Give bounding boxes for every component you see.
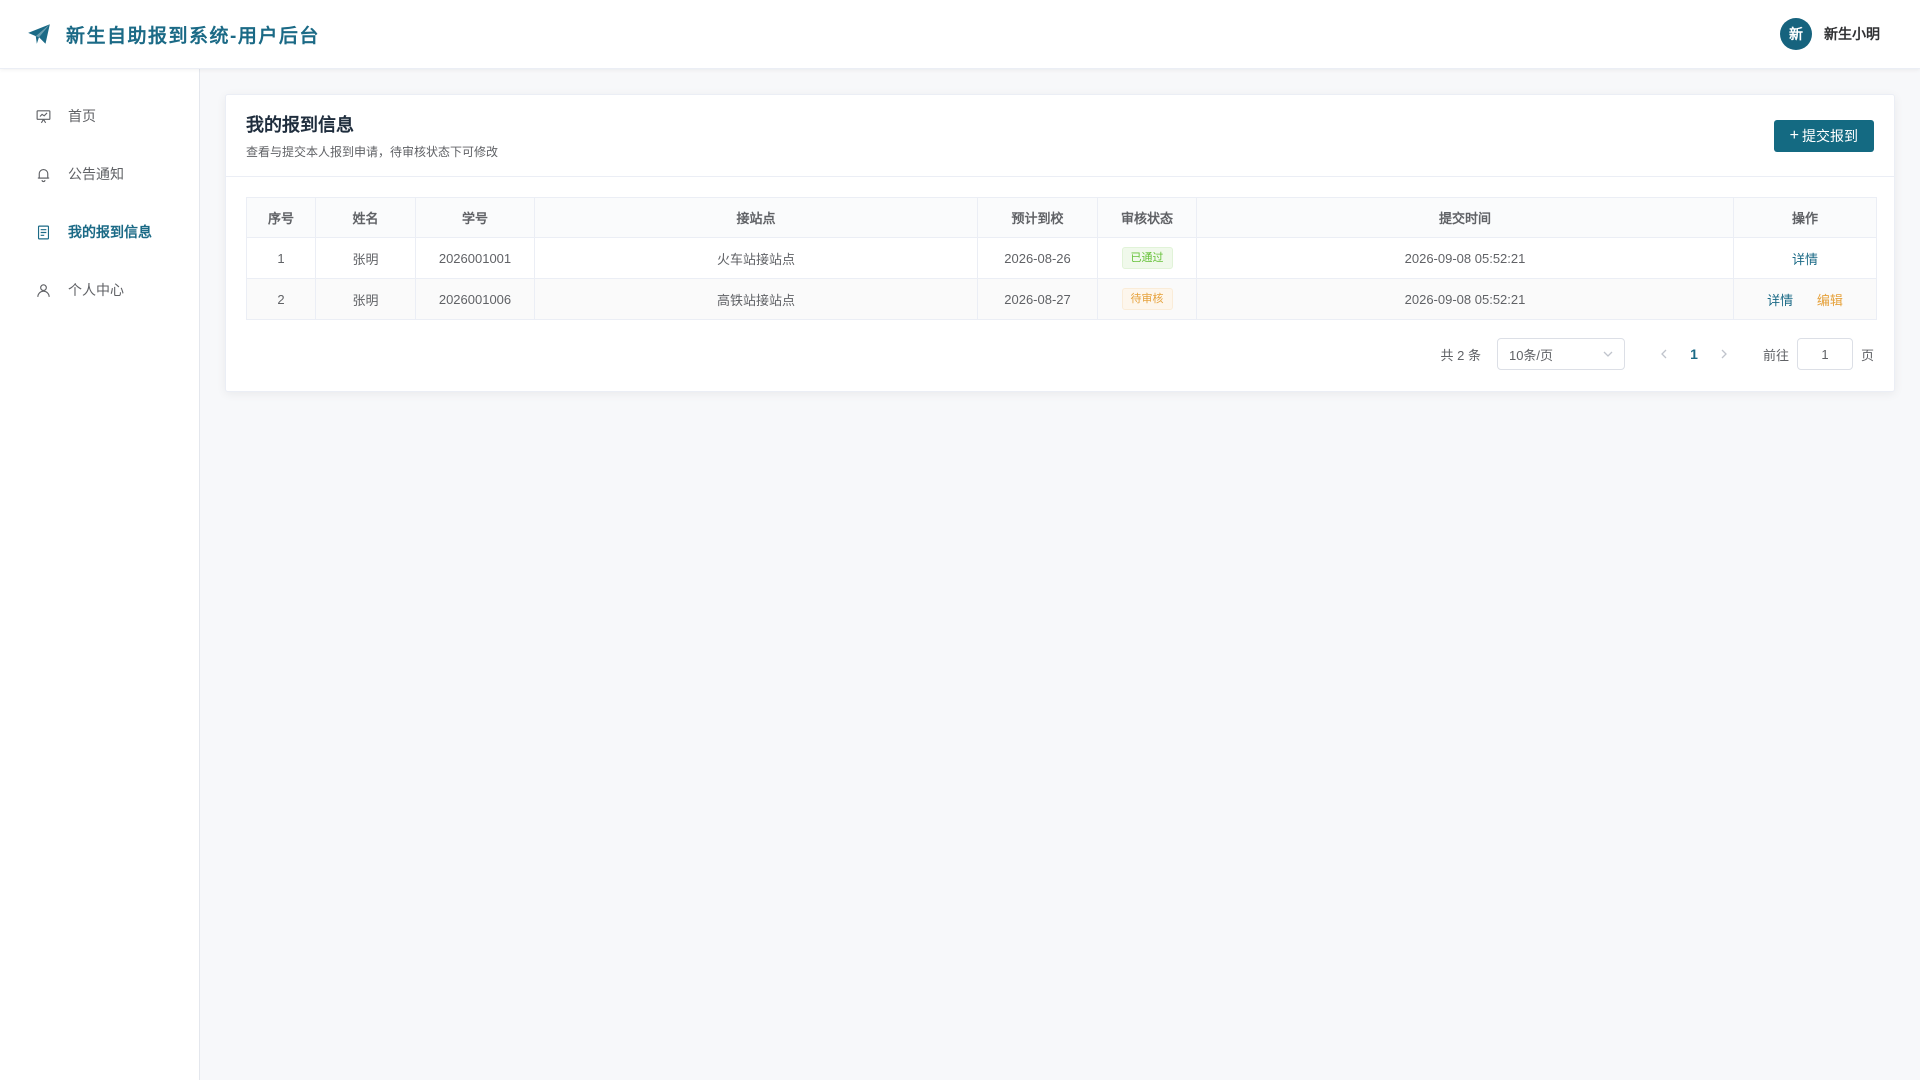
page-title: 我的报到信息 xyxy=(246,115,354,135)
column-header: 审核状态 xyxy=(1097,197,1197,238)
cell-station: 火车站接站点 xyxy=(534,237,978,279)
page-suffix: 页 xyxy=(1860,347,1874,363)
bell-icon xyxy=(37,168,50,182)
page-size-value: 10条/页 xyxy=(1508,347,1554,363)
detail-link[interactable]: 详情 xyxy=(1767,293,1793,308)
table-row: 2 张明 2026001006 高铁站接站点 2026-08-27 待审核 20… xyxy=(246,278,1877,320)
sidebar: 首页 公告通知 我的报到信息 个人中心 xyxy=(0,69,200,1080)
cell-status: 待审核 xyxy=(1097,278,1197,320)
sidebar-item-label: 首页 xyxy=(68,108,96,124)
sidebar-item-home[interactable]: 首页 xyxy=(0,87,199,145)
table-row: 1 张明 2026001001 火车站接站点 2026-08-26 已通过 20… xyxy=(246,237,1877,279)
presentation-icon xyxy=(36,109,51,123)
table-header-row: 序号 姓名 学号 接站点 预计到校 审核状态 提交时间 操作 xyxy=(246,197,1877,238)
registration-card: 我的报到信息 查看与提交本人报到申请，待审核状态下可修改 + 提交报到 序号 姓… xyxy=(225,94,1895,392)
chevron-down-icon xyxy=(1603,351,1613,357)
cell-actions: 详情 编辑 xyxy=(1733,278,1877,320)
cell-submitted: 2026-09-08 05:52:21 xyxy=(1196,278,1734,320)
submit-registration-label: 提交报到 xyxy=(1802,127,1858,144)
page-jump-input[interactable] xyxy=(1796,338,1853,370)
sidebar-item-label: 我的报到信息 xyxy=(68,224,152,240)
chevron-right-icon xyxy=(1721,349,1727,359)
user-menu[interactable]: 新 新生小明 xyxy=(1780,18,1880,50)
cell-submitted: 2026-09-08 05:52:21 xyxy=(1196,237,1734,279)
chevron-left-icon xyxy=(1661,349,1667,359)
next-page-button[interactable] xyxy=(1709,340,1739,368)
page-number-current[interactable]: 1 xyxy=(1679,340,1709,368)
avatar[interactable]: 新 xyxy=(1780,18,1812,50)
cell-actions: 详情 xyxy=(1733,237,1877,279)
cell-index: 2 xyxy=(246,278,316,320)
column-header: 学号 xyxy=(415,197,535,238)
status-badge: 已通过 xyxy=(1121,247,1173,269)
column-header: 姓名 xyxy=(315,197,416,238)
prev-page-button[interactable] xyxy=(1649,340,1679,368)
document-icon xyxy=(37,225,50,239)
submit-registration-button[interactable]: + 提交报到 xyxy=(1773,119,1874,152)
card-body: 序号 姓名 学号 接站点 预计到校 审核状态 提交时间 操作 1 张明 2026… xyxy=(226,177,1894,320)
paper-plane-icon xyxy=(28,24,50,44)
cell-station: 高铁站接站点 xyxy=(534,278,978,320)
page-jump: 前往 页 xyxy=(1763,338,1874,370)
card-header: 我的报到信息 查看与提交本人报到申请，待审核状态下可修改 + 提交报到 xyxy=(226,95,1894,177)
brand: 新生自助报到系统-用户后台 xyxy=(26,21,320,48)
cell-student-id: 2026001001 xyxy=(415,237,535,279)
goto-label: 前往 xyxy=(1762,347,1789,363)
page-subtitle: 查看与提交本人报到申请，待审核状态下可修改 xyxy=(246,145,499,159)
pagination: 共 2 条 10条/页 1 前往 页 xyxy=(1440,338,1874,370)
cell-arrival: 2026-08-26 xyxy=(977,237,1098,279)
registration-table: 序号 姓名 学号 接站点 预计到校 审核状态 提交时间 操作 1 张明 2026… xyxy=(246,197,1877,320)
user-name[interactable]: 新生小明 xyxy=(1824,24,1880,44)
sidebar-item-label: 公告通知 xyxy=(68,166,124,182)
cell-student-id: 2026001006 xyxy=(415,278,535,320)
column-header: 序号 xyxy=(246,197,316,238)
cell-index: 1 xyxy=(246,237,316,279)
column-header: 提交时间 xyxy=(1196,197,1734,238)
column-header: 预计到校 xyxy=(977,197,1098,238)
cell-status: 已通过 xyxy=(1097,237,1197,279)
detail-link[interactable]: 详情 xyxy=(1792,252,1818,267)
column-header: 接站点 xyxy=(534,197,978,238)
cell-name: 张明 xyxy=(315,237,416,279)
cell-arrival: 2026-08-27 xyxy=(977,278,1098,320)
top-header: 新生自助报到系统-用户后台 新 新生小明 xyxy=(0,0,1920,69)
sidebar-item-label: 个人中心 xyxy=(68,282,124,298)
user-icon xyxy=(37,283,50,297)
edit-link[interactable]: 编辑 xyxy=(1817,293,1843,308)
status-badge: 待审核 xyxy=(1121,288,1173,310)
cell-name: 张明 xyxy=(315,278,416,320)
pagination-total: 共 2 条 xyxy=(1440,347,1481,363)
page-size-select[interactable]: 10条/页 xyxy=(1496,338,1625,370)
plus-icon: + xyxy=(1789,126,1799,144)
sidebar-item-profile[interactable]: 个人中心 xyxy=(0,261,199,319)
app-title: 新生自助报到系统-用户后台 xyxy=(66,25,320,47)
sidebar-item-notices[interactable]: 公告通知 xyxy=(0,145,199,203)
sidebar-item-my-registration[interactable]: 我的报到信息 xyxy=(0,203,199,261)
column-header: 操作 xyxy=(1733,197,1877,238)
